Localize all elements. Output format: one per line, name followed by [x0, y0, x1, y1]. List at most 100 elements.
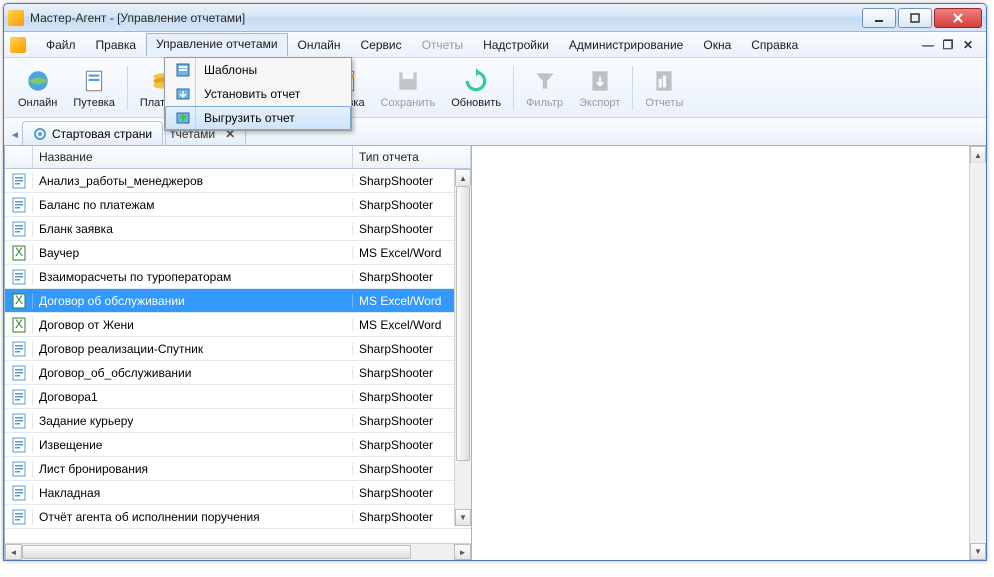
menu-администрирование[interactable]: Администрирование — [559, 34, 693, 56]
menu-надстройки[interactable]: Надстройки — [473, 34, 559, 56]
menu-файл[interactable]: Файл — [36, 34, 86, 56]
tab-scroll-left-icon[interactable]: ◄ — [8, 125, 22, 145]
maximize-button[interactable] — [898, 8, 932, 28]
toolbar-label: Фильтр — [526, 97, 563, 109]
window-controls — [860, 8, 982, 28]
row-icon — [5, 509, 33, 525]
header-type[interactable]: Тип отчета — [353, 146, 471, 168]
grid-header: Название Тип отчета — [5, 146, 471, 169]
row-icon: X — [5, 293, 33, 309]
mdi-minimize-icon[interactable]: — — [922, 39, 934, 51]
row-name: Баланс по платежам — [33, 198, 353, 212]
globe-icon — [24, 67, 52, 95]
table-row[interactable]: Договор_об_обслуживанииSharpShooter — [5, 361, 471, 385]
menu-окна[interactable]: Окна — [693, 34, 741, 56]
row-icon — [5, 485, 33, 501]
dropdown-label: Установить отчет — [204, 87, 300, 101]
toolbar-сохранить: Сохранить — [373, 65, 444, 111]
grid-vertical-scrollbar[interactable]: ▲ ▼ — [454, 169, 471, 526]
preview-vertical-scrollbar[interactable]: ▲ ▼ — [969, 146, 986, 560]
table-row[interactable]: НакладнаяSharpShooter — [5, 481, 471, 505]
tab-0[interactable]: Стартовая страни — [22, 121, 163, 145]
toolbar-label: Экспорт — [579, 97, 620, 109]
export-icon — [586, 67, 614, 95]
row-name: Договора1 — [33, 390, 353, 404]
scroll-up-icon[interactable]: ▲ — [970, 146, 986, 163]
toolbar-separator — [513, 66, 514, 110]
table-row[interactable]: XДоговор об обслуживанииMS Excel/Word — [5, 289, 471, 313]
toolbar-обновить[interactable]: Обновить — [443, 65, 509, 111]
table-row[interactable]: Анализ_работы_менеджеровSharpShooter — [5, 169, 471, 193]
window-title: Мастер-Агент - [Управление отчетами] — [30, 11, 860, 25]
row-icon — [5, 269, 33, 285]
menu-управление отчетами[interactable]: Управление отчетами — [146, 33, 287, 56]
header-name[interactable]: Название — [33, 146, 353, 168]
table-row[interactable]: XДоговор от ЖениMS Excel/Word — [5, 313, 471, 337]
toolbar-label: Сохранить — [381, 97, 436, 109]
row-name: Отчёт агента об исполнении поручения — [33, 510, 353, 524]
menubar: ФайлПравкаУправление отчетамиОнлайнСерви… — [4, 32, 986, 58]
scroll-right-icon[interactable]: ► — [454, 544, 471, 560]
grid-horizontal-scrollbar[interactable]: ◄ ► — [5, 543, 471, 560]
dropdown-item-1[interactable]: Установить отчет — [165, 82, 351, 106]
table-row[interactable]: ИзвещениеSharpShooter — [5, 433, 471, 457]
menu-сервис[interactable]: Сервис — [351, 34, 412, 56]
app-window: Мастер-Агент - [Управление отчетами] Фай… — [3, 3, 987, 561]
row-name: Договор от Жени — [33, 318, 353, 332]
row-icon — [5, 173, 33, 189]
table-row[interactable]: Договор реализации-СпутникSharpShooter — [5, 337, 471, 361]
row-name: Задание курьеру — [33, 414, 353, 428]
dropdown-item-2[interactable]: Выгрузить отчет — [165, 106, 351, 130]
refresh-icon — [462, 67, 490, 95]
mdi-controls: — ❐ ✕ — [922, 39, 980, 51]
svg-text:X: X — [14, 317, 22, 331]
table-row[interactable]: Задание курьеруSharpShooter — [5, 409, 471, 433]
row-name: Извещение — [33, 438, 353, 452]
table-row[interactable]: Отчёт агента об исполнении порученияShar… — [5, 505, 471, 529]
toolbar-фильтр: Фильтр — [518, 65, 571, 111]
menu-правка[interactable]: Правка — [86, 34, 147, 56]
scroll-thumb-h[interactable] — [22, 545, 411, 559]
row-name: Накладная — [33, 486, 353, 500]
menu-отчеты[interactable]: Отчеты — [412, 34, 473, 56]
titlebar[interactable]: Мастер-Агент - [Управление отчетами] — [4, 4, 986, 32]
row-name: Ваучер — [33, 246, 353, 260]
svg-text:X: X — [14, 245, 22, 259]
minimize-button[interactable] — [862, 8, 896, 28]
grid-body: Анализ_работы_менеджеровSharpShooterБала… — [5, 169, 471, 529]
row-name: Лист бронирования — [33, 462, 353, 476]
install-icon — [171, 86, 195, 102]
menu-справка[interactable]: Справка — [741, 34, 808, 56]
toolbar-онлайн[interactable]: Онлайн — [10, 65, 65, 111]
toolbar-label: Путевка — [73, 97, 114, 109]
dropdown-label: Шаблоны — [204, 63, 257, 77]
scroll-up-icon[interactable]: ▲ — [455, 169, 471, 186]
toolbar-путевка[interactable]: Путевка — [65, 65, 122, 111]
tabbar: ◄ Стартовая странитчетами✕ — [4, 118, 986, 146]
table-row[interactable]: Баланс по платежамSharpShooter — [5, 193, 471, 217]
dropdown-item-0[interactable]: Шаблоны — [165, 58, 351, 82]
table-row[interactable]: Договора1SharpShooter — [5, 385, 471, 409]
scroll-down-icon[interactable]: ▼ — [455, 509, 471, 526]
scroll-thumb[interactable] — [456, 186, 470, 461]
table-row[interactable]: Бланк заявкаSharpShooter — [5, 217, 471, 241]
header-icon-col[interactable] — [5, 146, 33, 168]
table-row[interactable]: Взаиморасчеты по туроператорамSharpShoot… — [5, 265, 471, 289]
scroll-down-icon[interactable]: ▼ — [970, 543, 986, 560]
table-row[interactable]: XВаучерMS Excel/Word — [5, 241, 471, 265]
dropdown-label: Выгрузить отчет — [204, 111, 295, 125]
row-icon — [5, 365, 33, 381]
row-name: Договор_об_обслуживании — [33, 366, 353, 380]
toolbar-отчеты: Отчеты — [637, 65, 691, 111]
gear-icon — [33, 127, 47, 141]
table-row[interactable]: Лист бронированияSharpShooter — [5, 457, 471, 481]
scroll-left-icon[interactable]: ◄ — [5, 544, 22, 560]
close-button[interactable] — [934, 8, 982, 28]
preview-pane: ▲ ▼ — [472, 146, 986, 560]
toolbar: ОнлайнПутевкаПлатежиКлиенты✦СоздатьПравк… — [4, 58, 986, 118]
app-menu-icon[interactable] — [10, 37, 26, 53]
report-icon — [650, 67, 678, 95]
menu-онлайн[interactable]: Онлайн — [288, 34, 351, 56]
mdi-close-icon[interactable]: ✕ — [962, 39, 974, 51]
mdi-restore-icon[interactable]: ❐ — [942, 39, 954, 51]
